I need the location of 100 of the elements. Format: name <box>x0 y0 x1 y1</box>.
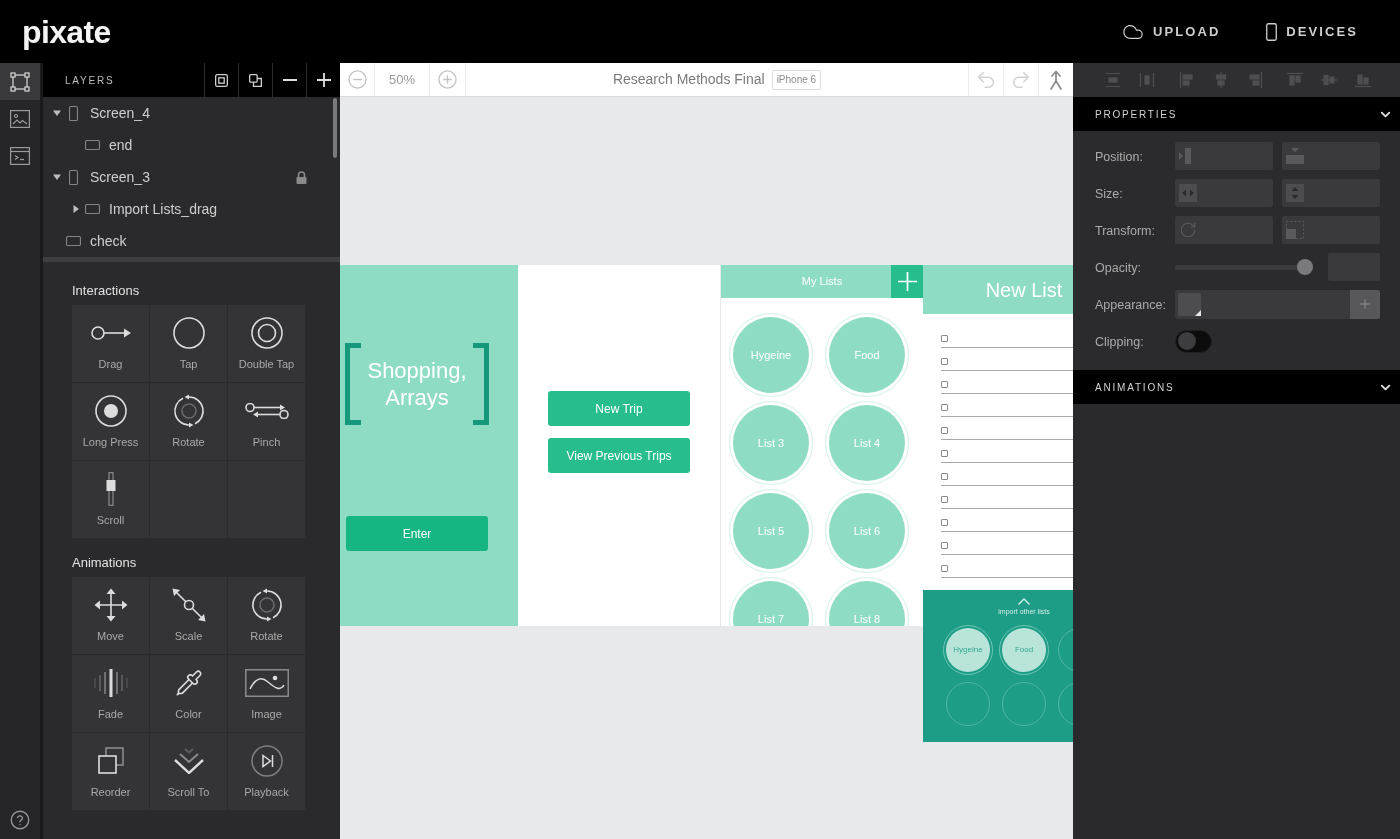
dashed-square-icon <box>1286 221 1304 239</box>
terminal-icon <box>10 146 30 165</box>
image-icon <box>10 109 30 128</box>
help-icon[interactable] <box>10 810 30 830</box>
vertical-resize-icon <box>1286 184 1304 202</box>
scroll-slider-icon <box>105 472 116 506</box>
double-circle-icon <box>250 317 283 349</box>
behavior-tile[interactable]: Rotate <box>150 383 227 460</box>
horizontal-resize-icon <box>1179 184 1197 202</box>
checkbox[interactable] <box>941 450 948 457</box>
plus-icon <box>1360 299 1370 309</box>
opacity-slider[interactable] <box>1175 259 1313 275</box>
plus-circle-icon <box>438 70 457 89</box>
circle-icon <box>172 317 205 349</box>
expand-triangle-icon[interactable] <box>71 205 80 213</box>
behavior-tile[interactable]: Tap <box>150 305 227 382</box>
play-skip-icon <box>250 745 283 777</box>
behavior-tile[interactable]: Move <box>72 577 149 654</box>
behavior-tile[interactable]: Scroll To <box>150 733 227 810</box>
slider-thumb[interactable] <box>1297 259 1313 275</box>
upload-button[interactable]: UPLOAD <box>1122 20 1221 43</box>
lock-icon[interactable] <box>296 170 307 184</box>
behavior-tile[interactable]: Drag <box>72 305 149 382</box>
rotate-icon <box>1179 221 1197 239</box>
animations-header[interactable]: ANIMATIONS <box>1073 370 1400 404</box>
merge-arrow-icon <box>1049 69 1063 90</box>
rectangle-icon <box>84 140 100 150</box>
checkbox[interactable] <box>941 496 948 503</box>
zoom-level[interactable]: 50% <box>389 69 415 90</box>
eyedropper-icon <box>174 669 203 697</box>
y-position-field[interactable] <box>1282 142 1380 170</box>
behavior-tile[interactable]: Color <box>150 655 227 732</box>
behavior-tile[interactable]: Image <box>228 655 305 732</box>
width-field[interactable] <box>1175 179 1273 207</box>
layer-name[interactable]: Screen_4 <box>90 102 150 124</box>
checkbox[interactable] <box>941 427 948 434</box>
overlapping-squares-icon <box>96 747 125 775</box>
chevron-up-icon[interactable] <box>1018 598 1030 605</box>
checkbox[interactable] <box>941 519 948 526</box>
checkbox[interactable] <box>941 381 948 388</box>
checkbox[interactable] <box>941 358 948 365</box>
arrow-down-bar-icon <box>1286 148 1304 164</box>
behavior-tile[interactable]: Long Press <box>72 383 149 460</box>
property-label: Transform: <box>1095 224 1155 238</box>
collapse-triangle-icon[interactable] <box>52 109 61 117</box>
plus-icon <box>897 272 917 291</box>
add-fill-button[interactable] <box>1350 289 1380 319</box>
layer-name[interactable]: check <box>90 230 127 252</box>
overlapping-squares-icon <box>249 73 262 87</box>
minus-icon <box>282 79 297 81</box>
logo: pixate <box>22 15 111 48</box>
scale-field[interactable] <box>1282 216 1380 244</box>
appearance-field[interactable] <box>1175 289 1380 319</box>
checkbox[interactable] <box>941 542 948 549</box>
rotation-field[interactable] <box>1175 216 1273 244</box>
device-badge[interactable]: iPhone 6 <box>771 69 822 90</box>
screen-header: New List <box>923 265 1073 314</box>
behavior-tile[interactable]: Rotate <box>228 577 305 654</box>
plus-icon <box>316 73 331 87</box>
checkbox[interactable] <box>941 404 948 411</box>
diagonal-arrow-icon <box>171 588 206 622</box>
property-label: Position: <box>1095 150 1143 164</box>
behavior-tile[interactable]: Reorder <box>72 733 149 810</box>
layer-name[interactable]: Import Lists_drag <box>109 198 218 220</box>
add-list-button[interactable] <box>891 265 923 298</box>
collapse-triangle-icon[interactable] <box>52 173 61 181</box>
double-chevron-icon <box>172 748 205 774</box>
behavior-tile[interactable]: Double Tap <box>228 305 305 382</box>
x-position-field[interactable] <box>1175 142 1273 170</box>
move-arrows-icon <box>93 588 128 622</box>
project-title: Research Methods Final <box>612 70 765 89</box>
behavior-tile[interactable]: Fade <box>72 655 149 732</box>
fade-bars-icon <box>92 669 129 697</box>
checkbox[interactable] <box>941 565 948 572</box>
checkbox[interactable] <box>941 335 948 342</box>
clipping-toggle[interactable] <box>1175 329 1212 353</box>
properties-header[interactable]: PROPERTIES <box>1073 97 1400 131</box>
scrollbar[interactable] <box>333 98 337 158</box>
rectangle-icon <box>65 236 81 246</box>
behavior-tile[interactable]: Scale <box>150 577 227 654</box>
phone-icon <box>1266 22 1278 41</box>
behavior-tile[interactable]: Pinch <box>228 383 305 460</box>
section-label: Interactions <box>72 283 140 299</box>
panel-title: LAYERS <box>65 73 115 88</box>
layers-tab[interactable] <box>0 63 40 100</box>
pinch-arrows-icon <box>244 403 289 419</box>
phone-outline-icon <box>68 169 78 185</box>
layer-name[interactable]: Screen_3 <box>90 166 150 188</box>
height-field[interactable] <box>1282 179 1380 207</box>
fill-swatch-icon[interactable] <box>1178 292 1201 316</box>
screen-title: My Lists <box>801 274 843 290</box>
behavior-tile[interactable]: Scroll <box>72 461 149 538</box>
property-label: Appearance: <box>1095 298 1166 312</box>
image-icon <box>244 669 289 697</box>
bounding-box-icon <box>10 71 30 92</box>
property-label: Opacity: <box>1095 261 1141 275</box>
behavior-tile[interactable]: Playback <box>228 733 305 810</box>
devices-button[interactable]: DEVICES <box>1266 21 1358 42</box>
layer-name[interactable]: end <box>109 134 133 156</box>
checkbox[interactable] <box>941 473 948 480</box>
